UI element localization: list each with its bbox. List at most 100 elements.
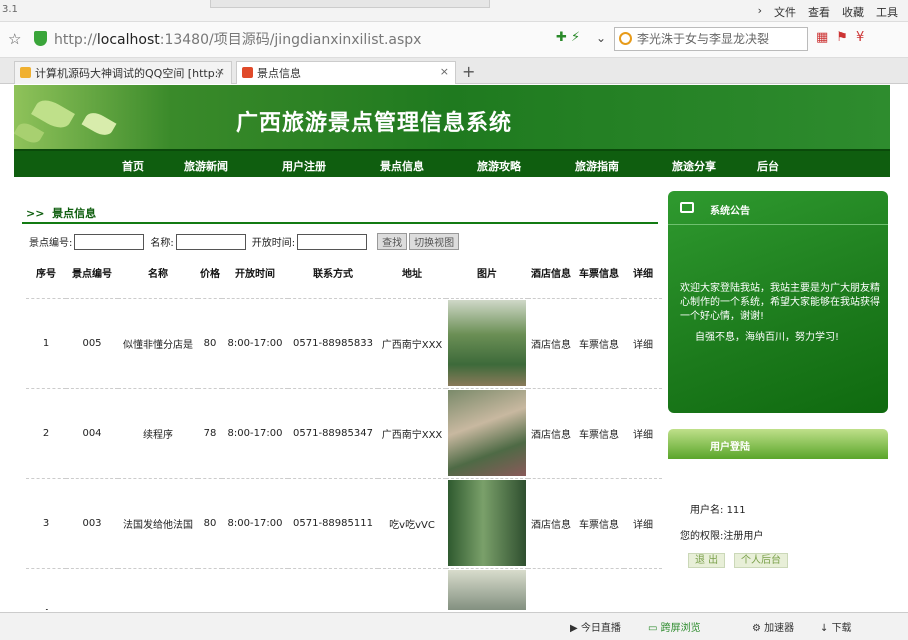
bookmark-star-icon[interactable]: ☆ (8, 30, 21, 48)
notice-title: 系统公告 (710, 206, 750, 217)
login-panel: 用户登陆 用户名: 111 您的权限:注册用户 退 出 个人后台 (668, 429, 888, 579)
hotel-link[interactable] (528, 568, 574, 610)
ticket-link[interactable]: 车票信息 (574, 388, 624, 479)
scenic-id (66, 568, 118, 610)
logout-button[interactable]: 退 出 (688, 553, 726, 568)
leaf-decoration (31, 94, 75, 134)
scenic-name: 续程序 (118, 388, 198, 479)
scenic-photo[interactable] (448, 570, 526, 610)
open-time: 8:00-17:00 (222, 478, 288, 569)
refresh-icon[interactable]: ✚ ⚡ (556, 30, 580, 45)
menu-tools[interactable]: 工具 (876, 4, 898, 20)
star-favicon-icon (20, 67, 31, 78)
scenic-price (198, 568, 222, 610)
main-content: >> 景点信息 景点编号: 名称: 开放时间: 查找 切换视图 序号 景点编号 … (14, 185, 662, 610)
cross-screen-link[interactable]: ▭ 跨屏浏览 (648, 619, 701, 634)
new-tab-button[interactable]: + (462, 62, 475, 81)
extension-icon[interactable]: ¥ (856, 30, 864, 45)
scenic-name: 法国发给他法国 (118, 478, 198, 569)
menu-more[interactable]: › (758, 4, 762, 20)
site-title: 广西旅游景点管理信息系统 (236, 110, 513, 136)
filter-bar: 景点编号: 名称: 开放时间: 查找 切换视图 (29, 233, 460, 250)
tab-qq-space[interactable]: 计算机源码大神调试的QQ空间 [http:/ × (14, 61, 232, 84)
apps-icon[interactable]: ▦ (816, 30, 828, 45)
row-number: 2 (26, 388, 66, 479)
filter-id-label: 景点编号: (29, 238, 73, 249)
tab-scenic-info[interactable]: 景点信息 × (236, 61, 456, 84)
address: 广西南宁XXX (378, 298, 446, 389)
switch-view-button[interactable]: 切换视图 (409, 233, 460, 250)
url-field[interactable]: http://localhost:13480/项目源码/jingdianxinx… (54, 28, 609, 52)
hotel-link[interactable]: 酒店信息 (528, 298, 574, 389)
chevron-down-icon[interactable]: ⌄ (596, 31, 606, 45)
nav-guide[interactable]: 旅游指南 (575, 158, 619, 174)
notice-panel: 系统公告 欢迎大家登陆我站，我站主要是为广大朋友精心制作的一个系统，希望大家能够… (668, 191, 888, 413)
speaker-icon (680, 202, 694, 213)
login-header: 用户登陆 (668, 429, 888, 459)
filter-name-label: 名称: (150, 238, 174, 249)
menu-file[interactable]: 文件 (774, 4, 796, 20)
nav-strategy[interactable]: 旅游攻略 (477, 158, 521, 174)
scenic-name: 似懂非懂分店是 (118, 298, 198, 389)
column-header: 联系方式 (288, 253, 378, 299)
menu-view[interactable]: 查看 (808, 4, 830, 20)
security-shield-icon (34, 31, 47, 46)
scenic-photo[interactable] (448, 390, 526, 476)
column-header: 开放时间 (222, 253, 288, 299)
scenic-photo[interactable] (448, 300, 526, 386)
search-input[interactable]: 李光洙于女与李显龙决裂 (614, 27, 808, 51)
detail-link[interactable]: 详细 (624, 478, 662, 569)
title-divider (22, 222, 658, 224)
ticket-link[interactable]: 车票信息 (574, 298, 624, 389)
ticket-link[interactable]: 车票信息 (574, 478, 624, 569)
nav-share[interactable]: 旅途分享 (672, 158, 716, 174)
column-header: 地址 (378, 253, 446, 299)
column-header: 价格 (198, 253, 222, 299)
contact: 0571-88985111 (288, 478, 378, 569)
live-link[interactable]: ▶ 今日直播 (570, 619, 621, 634)
role-value: 注册用户 (723, 531, 764, 542)
flag-icon[interactable]: ⚑ (836, 30, 848, 45)
personal-admin-button[interactable]: 个人后台 (734, 553, 788, 568)
detail-link[interactable]: 详细 (624, 298, 662, 389)
column-header: 详细 (624, 253, 662, 299)
scenic-name-input[interactable] (175, 233, 246, 250)
scenic-name (118, 568, 198, 610)
scenic-price: 78 (198, 388, 222, 479)
tab-bar: 计算机源码大神调试的QQ空间 [http:/ × 景点信息 × + (0, 58, 908, 84)
column-header: 酒店信息 (528, 253, 574, 299)
hotel-link[interactable]: 酒店信息 (528, 478, 574, 569)
hotel-link[interactable]: 酒店信息 (528, 388, 574, 479)
scenic-photo[interactable] (448, 480, 526, 566)
contact: 0571-88985833 (288, 298, 378, 389)
nav-home[interactable]: 首页 (122, 158, 144, 174)
download-link[interactable]: ↓ 下载 (820, 619, 852, 634)
detail-link[interactable] (624, 568, 662, 610)
scenic-photo-cell (446, 568, 528, 610)
scenic-id-input[interactable] (74, 233, 145, 250)
web-page: 广西旅游景点管理信息系统 首页 旅游新闻 用户注册 景点信息 旅游攻略 旅游指南… (14, 85, 890, 610)
address: 广西南宁XXX (378, 388, 446, 479)
menu-favorites[interactable]: 收藏 (842, 4, 864, 20)
row-number: 4 (26, 568, 66, 610)
address: 吃v吃vVC (378, 478, 446, 569)
open-time-input[interactable] (297, 233, 368, 250)
nav-scenic[interactable]: 景点信息 (380, 158, 424, 174)
leaf-decoration (81, 108, 117, 140)
notice-text: 欢迎大家登陆我站，我站主要是为广大朋友精心制作的一个系统，希望大家能够在我站获得… (680, 283, 880, 322)
nav-register[interactable]: 用户注册 (282, 158, 326, 174)
filter-time-label: 开放时间: (251, 238, 296, 249)
open-time (222, 568, 288, 610)
close-icon[interactable]: × (440, 65, 449, 78)
nav-news[interactable]: 旅游新闻 (184, 158, 228, 174)
browser-menubar: 3.1 › 文件 查看 收藏 工具 (0, 0, 908, 22)
search-button[interactable]: 查找 (377, 233, 408, 250)
accelerator-link[interactable]: ⚙ 加速器 (752, 619, 794, 634)
ticket-link[interactable] (574, 568, 624, 610)
column-header: 景点编号 (66, 253, 118, 299)
close-icon[interactable]: × (216, 65, 225, 78)
detail-link[interactable]: 详细 (624, 388, 662, 479)
address (378, 568, 446, 610)
nav-admin[interactable]: 后台 (757, 158, 779, 174)
address-bar: ☆ http://localhost:13480/项目源码/jingdianxi… (0, 22, 908, 58)
